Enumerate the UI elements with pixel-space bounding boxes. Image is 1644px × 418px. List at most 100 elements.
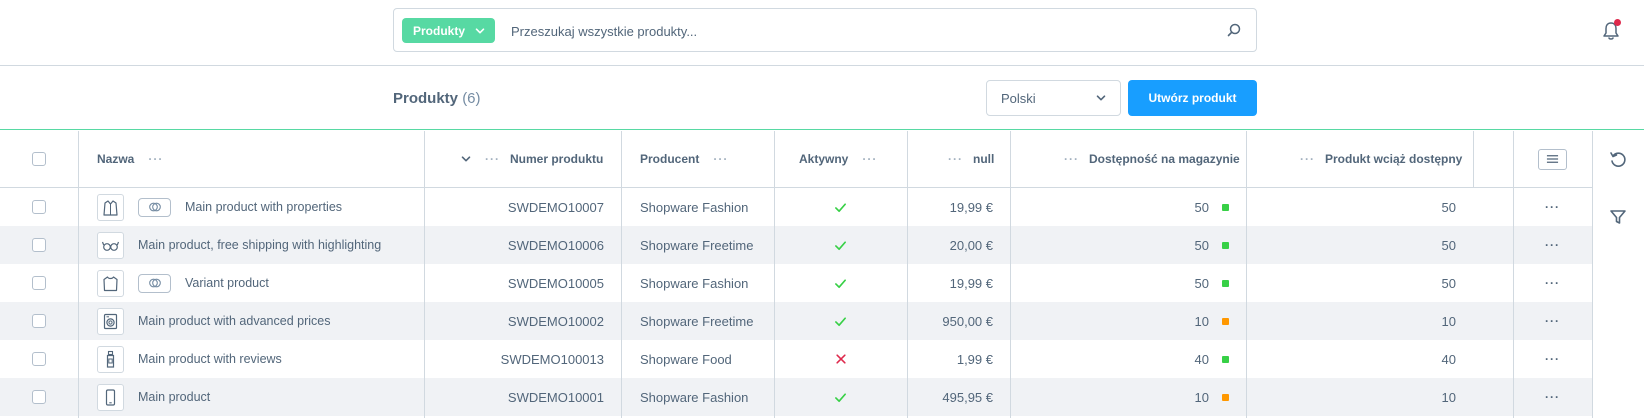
column-divider [1246,131,1247,418]
product-number-cell: SWDEMO10006 [424,226,604,264]
manufacturer-name: Shopware Freetime [640,313,754,329]
row-checkbox[interactable] [32,238,46,252]
product-name-link[interactable]: Variant product [185,276,269,290]
manufacturer-cell: Shopware Fashion [640,378,748,416]
product-name-cell[interactable]: Main product with advanced prices [97,302,330,340]
search-type-selector[interactable]: Produkty [402,18,496,43]
row-context-menu-button[interactable]: ··· [1545,200,1560,214]
row-context-menu-button[interactable]: ··· [1545,238,1560,252]
column-header-name[interactable]: Nazwa ··· [97,131,163,187]
product-number-cell: SWDEMO10002 [424,302,604,340]
column-menu-icon[interactable]: ··· [862,152,877,166]
table-row[interactable]: Variant product SWDEMO10005 Shopware Fashi… [0,264,1592,302]
check-icon [835,278,846,288]
product-count: (6) [462,90,481,107]
jacket-icon [103,199,118,216]
table-row[interactable]: Main product SWDEMO10001 Shopware Fashion 4… [0,378,1592,416]
table-row[interactable]: Main product, free shipping with highlig… [0,226,1592,264]
row-context-menu-button[interactable]: ··· [1545,390,1560,404]
row-checkbox[interactable] [32,200,46,214]
row-checkbox[interactable] [32,314,46,328]
product-name-link[interactable]: Main product, free shipping with highlig… [138,238,381,252]
column-header-price[interactable]: ··· null [948,131,994,187]
column-menu-icon[interactable]: ··· [148,152,163,166]
column-header-active[interactable]: Aktywny ··· [799,131,877,187]
column-header-available[interactable]: ··· Produkt wciąż dostępny [1300,131,1462,187]
stock-status-indicator [1222,279,1229,287]
sunglasses-icon [101,241,120,251]
product-name-cell[interactable]: Main product [97,378,210,416]
manufacturer-cell: Shopware Fashion [640,188,748,226]
table-row[interactable]: Main product with advanced prices SWDEMO1… [0,302,1592,340]
column-divider [907,131,908,418]
row-checkbox[interactable] [32,352,46,366]
page-title-text: Produkty [393,90,459,107]
column-menu-icon[interactable]: ··· [1064,152,1079,166]
column-header-stock[interactable]: ··· Dostępność na magazynie [1064,131,1240,187]
stock-status-indicator [1222,355,1229,363]
row-checkbox[interactable] [32,390,46,404]
active-cell [774,340,907,378]
product-number: SWDEMO10002 [507,313,604,329]
chevron-down-icon [1096,95,1106,101]
manufacturer-name: Shopware Fashion [640,199,749,215]
column-menu-icon[interactable]: ··· [1300,152,1315,166]
column-menu-icon[interactable]: ··· [713,152,728,166]
chevron-down-icon [475,27,485,33]
product-thumbnail [97,231,124,259]
product-name-link[interactable]: Main product [138,390,210,404]
product-name-cell[interactable]: Variant product [97,264,269,302]
column-menu-icon[interactable]: ··· [948,152,963,166]
table-row[interactable]: Main product with properties SWDEMO10007 S… [0,188,1592,226]
active-cell [774,264,907,302]
active-cell [774,188,907,226]
manufacturer-name: Shopware Food [640,351,732,367]
filter-icon[interactable] [1608,207,1628,227]
available-value: 50 [1441,199,1456,215]
stock-cell: 40 [1010,340,1229,378]
column-header-manufacturer[interactable]: Producent ··· [640,131,728,187]
product-name-link[interactable]: Main product with reviews [138,352,282,366]
cross-icon [835,354,846,364]
variant-badge[interactable] [138,273,171,293]
product-name-link[interactable]: Main product with properties [185,200,342,214]
product-name-link[interactable]: Main product with advanced prices [138,314,330,328]
product-name-cell[interactable]: Main product with reviews [97,340,282,378]
price-cell: 495,95 € [907,378,993,416]
available-cell: 40 [1246,340,1456,378]
sort-descending-icon[interactable] [461,154,471,164]
top-bar: Produkty [0,0,1644,66]
language-select[interactable]: Polski [986,80,1121,116]
available-cell: 50 [1246,264,1456,302]
product-number: SWDEMO10005 [507,275,604,291]
create-product-button[interactable]: Utwórz produkt [1128,80,1257,116]
stock-status-indicator [1222,317,1229,325]
column-divider [78,131,79,418]
search-type-label: Produkty [413,23,466,38]
variant-badge[interactable] [138,197,171,217]
refresh-icon[interactable] [1608,150,1628,170]
product-name-cell[interactable]: Main product with properties [97,188,342,226]
row-checkbox[interactable] [32,276,46,290]
available-value: 10 [1441,313,1456,329]
column-header-product-number[interactable]: ··· Numer produktu [461,131,603,187]
row-context-menu-button[interactable]: ··· [1545,352,1560,366]
column-header-name-label: Nazwa [97,152,135,166]
row-actions-cell: ··· [1513,340,1592,378]
product-name-cell[interactable]: Main product, free shipping with highlig… [97,226,381,264]
select-all-checkbox[interactable] [32,152,46,166]
stock-value: 10 [1194,389,1209,405]
search-icon[interactable] [1226,22,1242,38]
row-context-menu-button[interactable]: ··· [1545,314,1560,328]
product-price: 1,99 € [956,351,993,367]
washing-machine-icon [103,313,118,329]
search-input[interactable] [511,21,1191,41]
grid-settings-button[interactable] [1538,148,1567,170]
global-search[interactable]: Produkty [393,8,1257,52]
check-icon [835,202,846,212]
row-context-menu-button[interactable]: ··· [1545,276,1560,290]
available-value: 40 [1441,351,1456,367]
manufacturer-name: Shopware Fashion [640,275,749,291]
column-menu-icon[interactable]: ··· [485,152,500,166]
table-row[interactable]: Main product with reviews SWDEMO100013 Sho… [0,340,1592,378]
